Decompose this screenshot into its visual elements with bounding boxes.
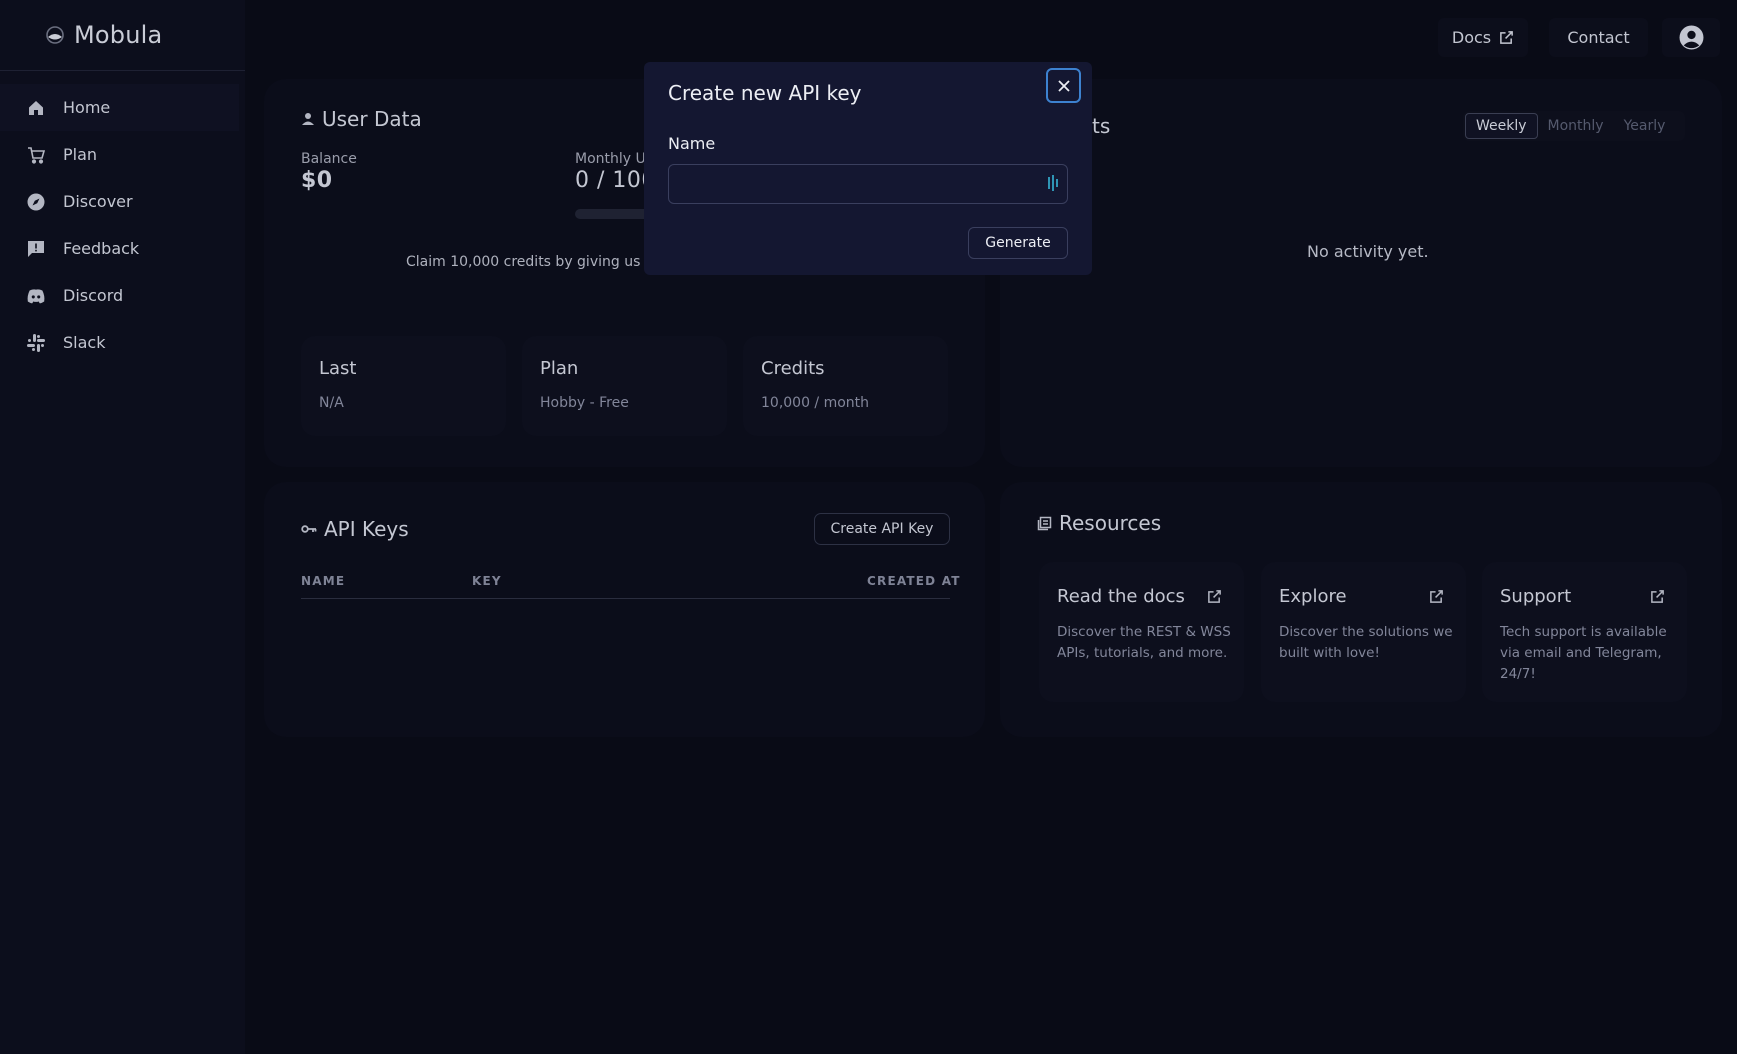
monthly-usage-label: Monthly Us [575, 151, 654, 167]
modal-close-button[interactable] [1046, 68, 1081, 103]
resource-description: Tech support is available via email and … [1500, 624, 1667, 682]
column-header-created-at: CREATED AT [867, 574, 961, 588]
balance-value: $0 [301, 168, 333, 193]
contact-link[interactable]: Contact [1549, 18, 1648, 57]
sidebar-item-plan[interactable]: Plan [0, 131, 239, 178]
book-icon [1037, 516, 1052, 531]
api-keys-title-text: API Keys [324, 517, 409, 541]
api-keys-title: API Keys [301, 517, 409, 541]
empty-state-text: No activity yet. [1307, 242, 1429, 261]
stats-title-text: ts [1092, 114, 1111, 138]
info-title: Credits [761, 358, 825, 379]
generate-button[interactable]: Generate [968, 227, 1068, 259]
tab-yearly[interactable]: Yearly [1614, 113, 1676, 139]
resource-card-explore[interactable]: Explore Discover the solutions we built … [1261, 562, 1466, 702]
sidebar-item-label: Discover [63, 192, 133, 211]
info-box-last: Last N/A [301, 336, 506, 436]
balance-label: Balance [301, 151, 357, 167]
resource-card-docs[interactable]: Read the docs Discover the REST & WSS AP… [1039, 562, 1244, 702]
external-link-icon [1651, 590, 1664, 603]
table-header-divider [301, 598, 950, 599]
info-title: Last [319, 358, 357, 379]
user-avatar-icon [1679, 25, 1703, 50]
sidebar-nav: Home Plan Discover Feedback Discord Slac… [0, 71, 245, 366]
password-manager-icon [1048, 175, 1058, 191]
modal-title: Create new API key [668, 81, 862, 105]
docs-link[interactable]: Docs [1438, 18, 1528, 57]
info-value: Hobby - Free [540, 395, 629, 411]
resource-description: Discover the solutions we built with lov… [1279, 624, 1453, 661]
sidebar-item-label: Discord [63, 286, 124, 305]
resources-title: Resources [1037, 511, 1161, 535]
mobula-logo-icon [46, 26, 64, 44]
claim-credits-text[interactable]: Claim 10,000 credits by giving us fee [406, 254, 667, 270]
sidebar-item-home[interactable]: Home [0, 84, 239, 131]
sidebar-item-label: Feedback [63, 239, 140, 258]
resource-description: Discover the REST & WSS APIs, tutorials,… [1057, 624, 1231, 661]
column-header-key: KEY [472, 574, 502, 588]
user-icon [301, 112, 315, 126]
feedback-icon [26, 239, 46, 259]
resources-title-text: Resources [1059, 511, 1162, 535]
sidebar-item-discord[interactable]: Discord [0, 272, 239, 319]
name-field-label: Name [668, 134, 716, 153]
compass-icon [26, 192, 46, 212]
external-link-icon [1430, 590, 1443, 603]
resource-card-support[interactable]: Support Tech support is available via em… [1482, 562, 1687, 702]
close-icon [1057, 79, 1070, 92]
key-icon [301, 523, 317, 535]
docs-label: Docs [1451, 28, 1492, 47]
info-value: N/A [319, 395, 344, 411]
tab-monthly[interactable]: Monthly [1538, 113, 1614, 139]
info-box-plan: Plan Hobby - Free [522, 336, 727, 436]
user-data-title: User Data [301, 107, 422, 131]
sidebar-item-discover[interactable]: Discover [0, 178, 239, 225]
resource-title: Support [1500, 586, 1572, 607]
resource-title: Explore [1279, 586, 1347, 607]
sidebar-item-label: Home [63, 98, 111, 117]
discord-icon [26, 286, 46, 306]
sidebar-item-feedback[interactable]: Feedback [0, 225, 239, 272]
api-key-name-input[interactable] [668, 164, 1068, 204]
info-value: 10,000 / month [761, 395, 870, 411]
user-avatar-button[interactable] [1662, 18, 1720, 57]
cart-icon [26, 145, 46, 165]
sidebar-item-slack[interactable]: Slack [0, 319, 239, 366]
usage-progress-bar [575, 209, 655, 219]
create-api-key-modal: Create new API key Name Generate [644, 62, 1092, 275]
column-header-name: NAME [301, 574, 346, 588]
create-api-key-button[interactable]: Create API Key [814, 513, 950, 545]
stats-title: ts [1092, 114, 1110, 138]
info-title: Plan [540, 358, 579, 379]
sidebar-item-label: Slack [63, 333, 106, 352]
period-toggle: Weekly Monthly Yearly [1463, 111, 1685, 141]
tab-weekly[interactable]: Weekly [1465, 113, 1538, 139]
resource-title: Read the docs [1057, 586, 1185, 607]
sidebar: Mobula Home Plan Discover Feedback Disco… [0, 0, 245, 1054]
slack-icon [26, 333, 46, 353]
home-icon [26, 98, 46, 118]
sidebar-item-label: Plan [63, 145, 98, 164]
contact-label: Contact [1567, 28, 1630, 47]
brand[interactable]: Mobula [0, 0, 245, 71]
external-link-icon [1208, 590, 1221, 603]
info-box-credits: Credits 10,000 / month [743, 336, 948, 436]
brand-name: Mobula [74, 21, 163, 49]
user-data-title-text: User Data [322, 107, 422, 131]
external-link-icon [1500, 31, 1513, 44]
